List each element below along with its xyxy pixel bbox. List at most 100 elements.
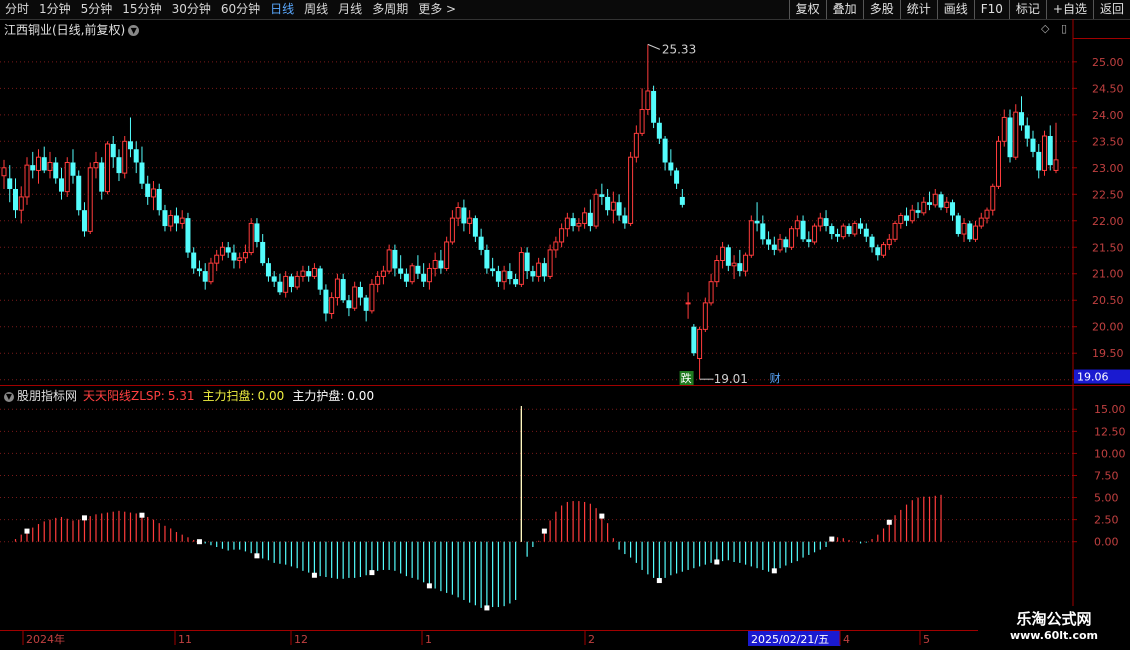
candle-body — [524, 252, 530, 272]
series-label: 天天阳线ZLSP: — [83, 389, 165, 403]
candle-body — [288, 276, 294, 287]
candle-body — [869, 236, 875, 248]
candle-body — [352, 286, 358, 309]
candle-body — [484, 249, 490, 269]
candle-body — [472, 218, 478, 237]
watermark-line1: 乐淘公式网 — [1016, 610, 1092, 628]
indicator-tick-label: 0.00 — [1094, 536, 1119, 549]
candle-body — [64, 161, 70, 193]
candle-body — [12, 188, 18, 211]
panel-toggle-icon[interactable]: ▯ — [1061, 22, 1067, 35]
diamond-icon[interactable]: ◇ — [1041, 22, 1049, 35]
time-label: 4 — [843, 633, 850, 646]
candle-body — [162, 210, 168, 227]
indicator-marker — [311, 572, 317, 578]
candle-body — [139, 162, 145, 184]
candle-body — [306, 271, 312, 277]
candle-body — [513, 279, 519, 285]
indicator-name[interactable]: 股朋指标网 — [17, 389, 77, 403]
candle-body — [766, 239, 772, 245]
price-tick-label: 22.50 — [1092, 188, 1124, 201]
candle-body — [817, 217, 823, 227]
candle-body — [438, 260, 444, 269]
candle-body — [231, 252, 237, 261]
candle-body — [357, 286, 363, 298]
candle-body — [76, 175, 82, 211]
candle-body — [932, 193, 938, 206]
candle-body — [323, 289, 329, 314]
price-tick-label: 24.00 — [1092, 109, 1124, 122]
candle-body — [720, 246, 726, 262]
candle-body — [329, 297, 335, 314]
time-label: 12 — [294, 633, 308, 646]
candle-body — [449, 217, 455, 243]
indicator-tick-label: 12.50 — [1094, 425, 1126, 438]
candle-body — [116, 157, 122, 174]
guard-label: 主力护盘: — [292, 389, 345, 403]
candle-body — [702, 302, 708, 330]
candle-body — [99, 162, 105, 192]
candle-body — [271, 276, 277, 282]
candle-body — [277, 281, 283, 293]
current-price-label: 19.06 — [1077, 371, 1109, 384]
candle-body — [415, 265, 421, 274]
candle-body — [794, 220, 800, 230]
time-label: 5 — [923, 633, 930, 646]
candle-body — [1030, 138, 1036, 152]
candle-body — [461, 207, 467, 224]
scan-label: 主力扫盘: — [202, 389, 255, 403]
candle-body — [536, 262, 542, 277]
candle-body — [800, 220, 806, 240]
candle-body — [628, 156, 634, 224]
candle-body — [93, 161, 99, 169]
candle-body — [616, 202, 622, 216]
candle-body — [530, 271, 536, 277]
candle-body — [846, 226, 852, 235]
chevron-down-icon[interactable]: ▼ — [128, 25, 140, 36]
stock-title[interactable]: 江西铜业(日线,前复权) ▼ — [4, 21, 140, 38]
candle-body — [771, 244, 777, 250]
candle-body — [1024, 125, 1030, 139]
indicator-tick-label: 10.00 — [1094, 447, 1126, 460]
candle-body — [1019, 112, 1025, 126]
time-label: 1 — [425, 633, 432, 646]
candle-body — [133, 149, 139, 163]
candle-body — [265, 263, 271, 277]
indicator-marker — [656, 578, 662, 584]
candle-body — [432, 260, 438, 269]
kline-chart[interactable]: 25.0024.5024.0023.5023.0022.5022.0021.50… — [0, 0, 1130, 650]
high-price-label: 25.33 — [662, 42, 696, 56]
candle-body — [777, 238, 783, 251]
candle-body — [467, 217, 473, 224]
candle-body — [260, 241, 266, 264]
candle-body — [863, 228, 869, 237]
candle-body — [737, 263, 743, 272]
candle-body — [708, 281, 714, 304]
candle-body — [58, 178, 64, 192]
candle-body — [369, 283, 375, 312]
candle-body — [35, 156, 41, 171]
candle-body — [898, 214, 904, 224]
candle-body — [915, 210, 921, 213]
candle-body — [18, 196, 24, 211]
candle-body — [731, 262, 737, 267]
candle-body — [743, 254, 749, 272]
price-tick-label: 22.00 — [1092, 215, 1124, 228]
chevron-down-icon[interactable]: ▼ — [4, 391, 14, 402]
candle-body — [840, 225, 846, 238]
candle-body — [927, 202, 933, 205]
candle-body — [81, 210, 87, 232]
candle-body — [714, 260, 720, 283]
price-tick-label: 21.00 — [1092, 268, 1124, 281]
indicator-marker — [541, 528, 547, 534]
candle-body — [835, 234, 841, 237]
series-value: 5.31 — [167, 389, 195, 403]
candle-body — [7, 178, 13, 189]
candle-body — [725, 247, 731, 266]
candle-body — [697, 328, 703, 360]
candle-body — [1053, 159, 1059, 171]
indicator-marker — [369, 570, 375, 576]
candle-body — [559, 228, 565, 243]
candle-body — [214, 254, 220, 264]
indicator-marker — [886, 519, 892, 525]
